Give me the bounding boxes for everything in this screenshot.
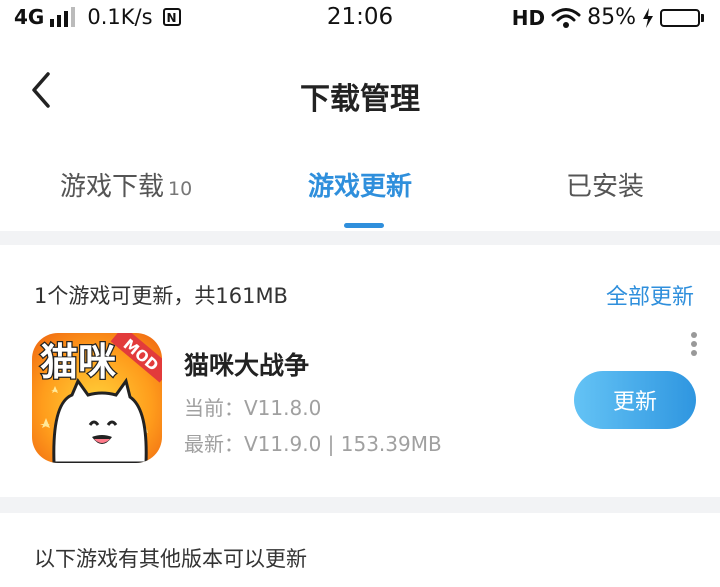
section-divider: [0, 231, 720, 245]
update-button[interactable]: 更新: [574, 371, 696, 429]
status-bar: 4G 0.1K/s N 21:06 HD 85%: [0, 0, 720, 40]
tab-label: 游戏下载: [60, 172, 165, 202]
app-name: 猫咪大战争: [184, 351, 310, 380]
tab-label: 游戏更新: [308, 172, 413, 202]
app-icon[interactable]: 猫咪 MOD: [32, 333, 162, 463]
tab-game-updates[interactable]: 游戏更新: [308, 166, 412, 203]
tab-label: 已安装: [566, 172, 645, 202]
page-title: 下载管理: [300, 82, 420, 117]
tab-installed[interactable]: 已安装: [566, 166, 644, 203]
tab-bar: 游戏下载 10 游戏更新 已安装: [0, 160, 720, 230]
battery-icon: [660, 8, 704, 27]
tab-game-downloads[interactable]: 游戏下载 10: [60, 166, 192, 203]
update-all-button[interactable]: 全部更新: [606, 279, 694, 311]
icon-title: 猫咪: [40, 340, 116, 384]
tab-count-badge: 10: [168, 178, 193, 200]
more-options-icon[interactable]: [684, 330, 704, 360]
update-summary: 1个游戏可更新，共161MB: [34, 284, 288, 308]
current-version: 当前：V11.8.0: [184, 396, 322, 420]
other-versions-title: 以下游戏有其他版本可以更新: [34, 547, 307, 571]
active-tab-indicator: [344, 223, 384, 228]
wifi-icon: [551, 7, 581, 28]
section-divider: [0, 497, 720, 513]
hd-indicator: HD: [511, 5, 546, 30]
latest-version: 最新：V11.9.0 | 153.39MB: [184, 432, 442, 456]
cat-game-icon: 猫咪 MOD: [32, 333, 162, 463]
charging-icon: [643, 7, 653, 28]
app-header: 下载管理: [0, 56, 720, 126]
battery-percent: 85%: [587, 5, 636, 30]
